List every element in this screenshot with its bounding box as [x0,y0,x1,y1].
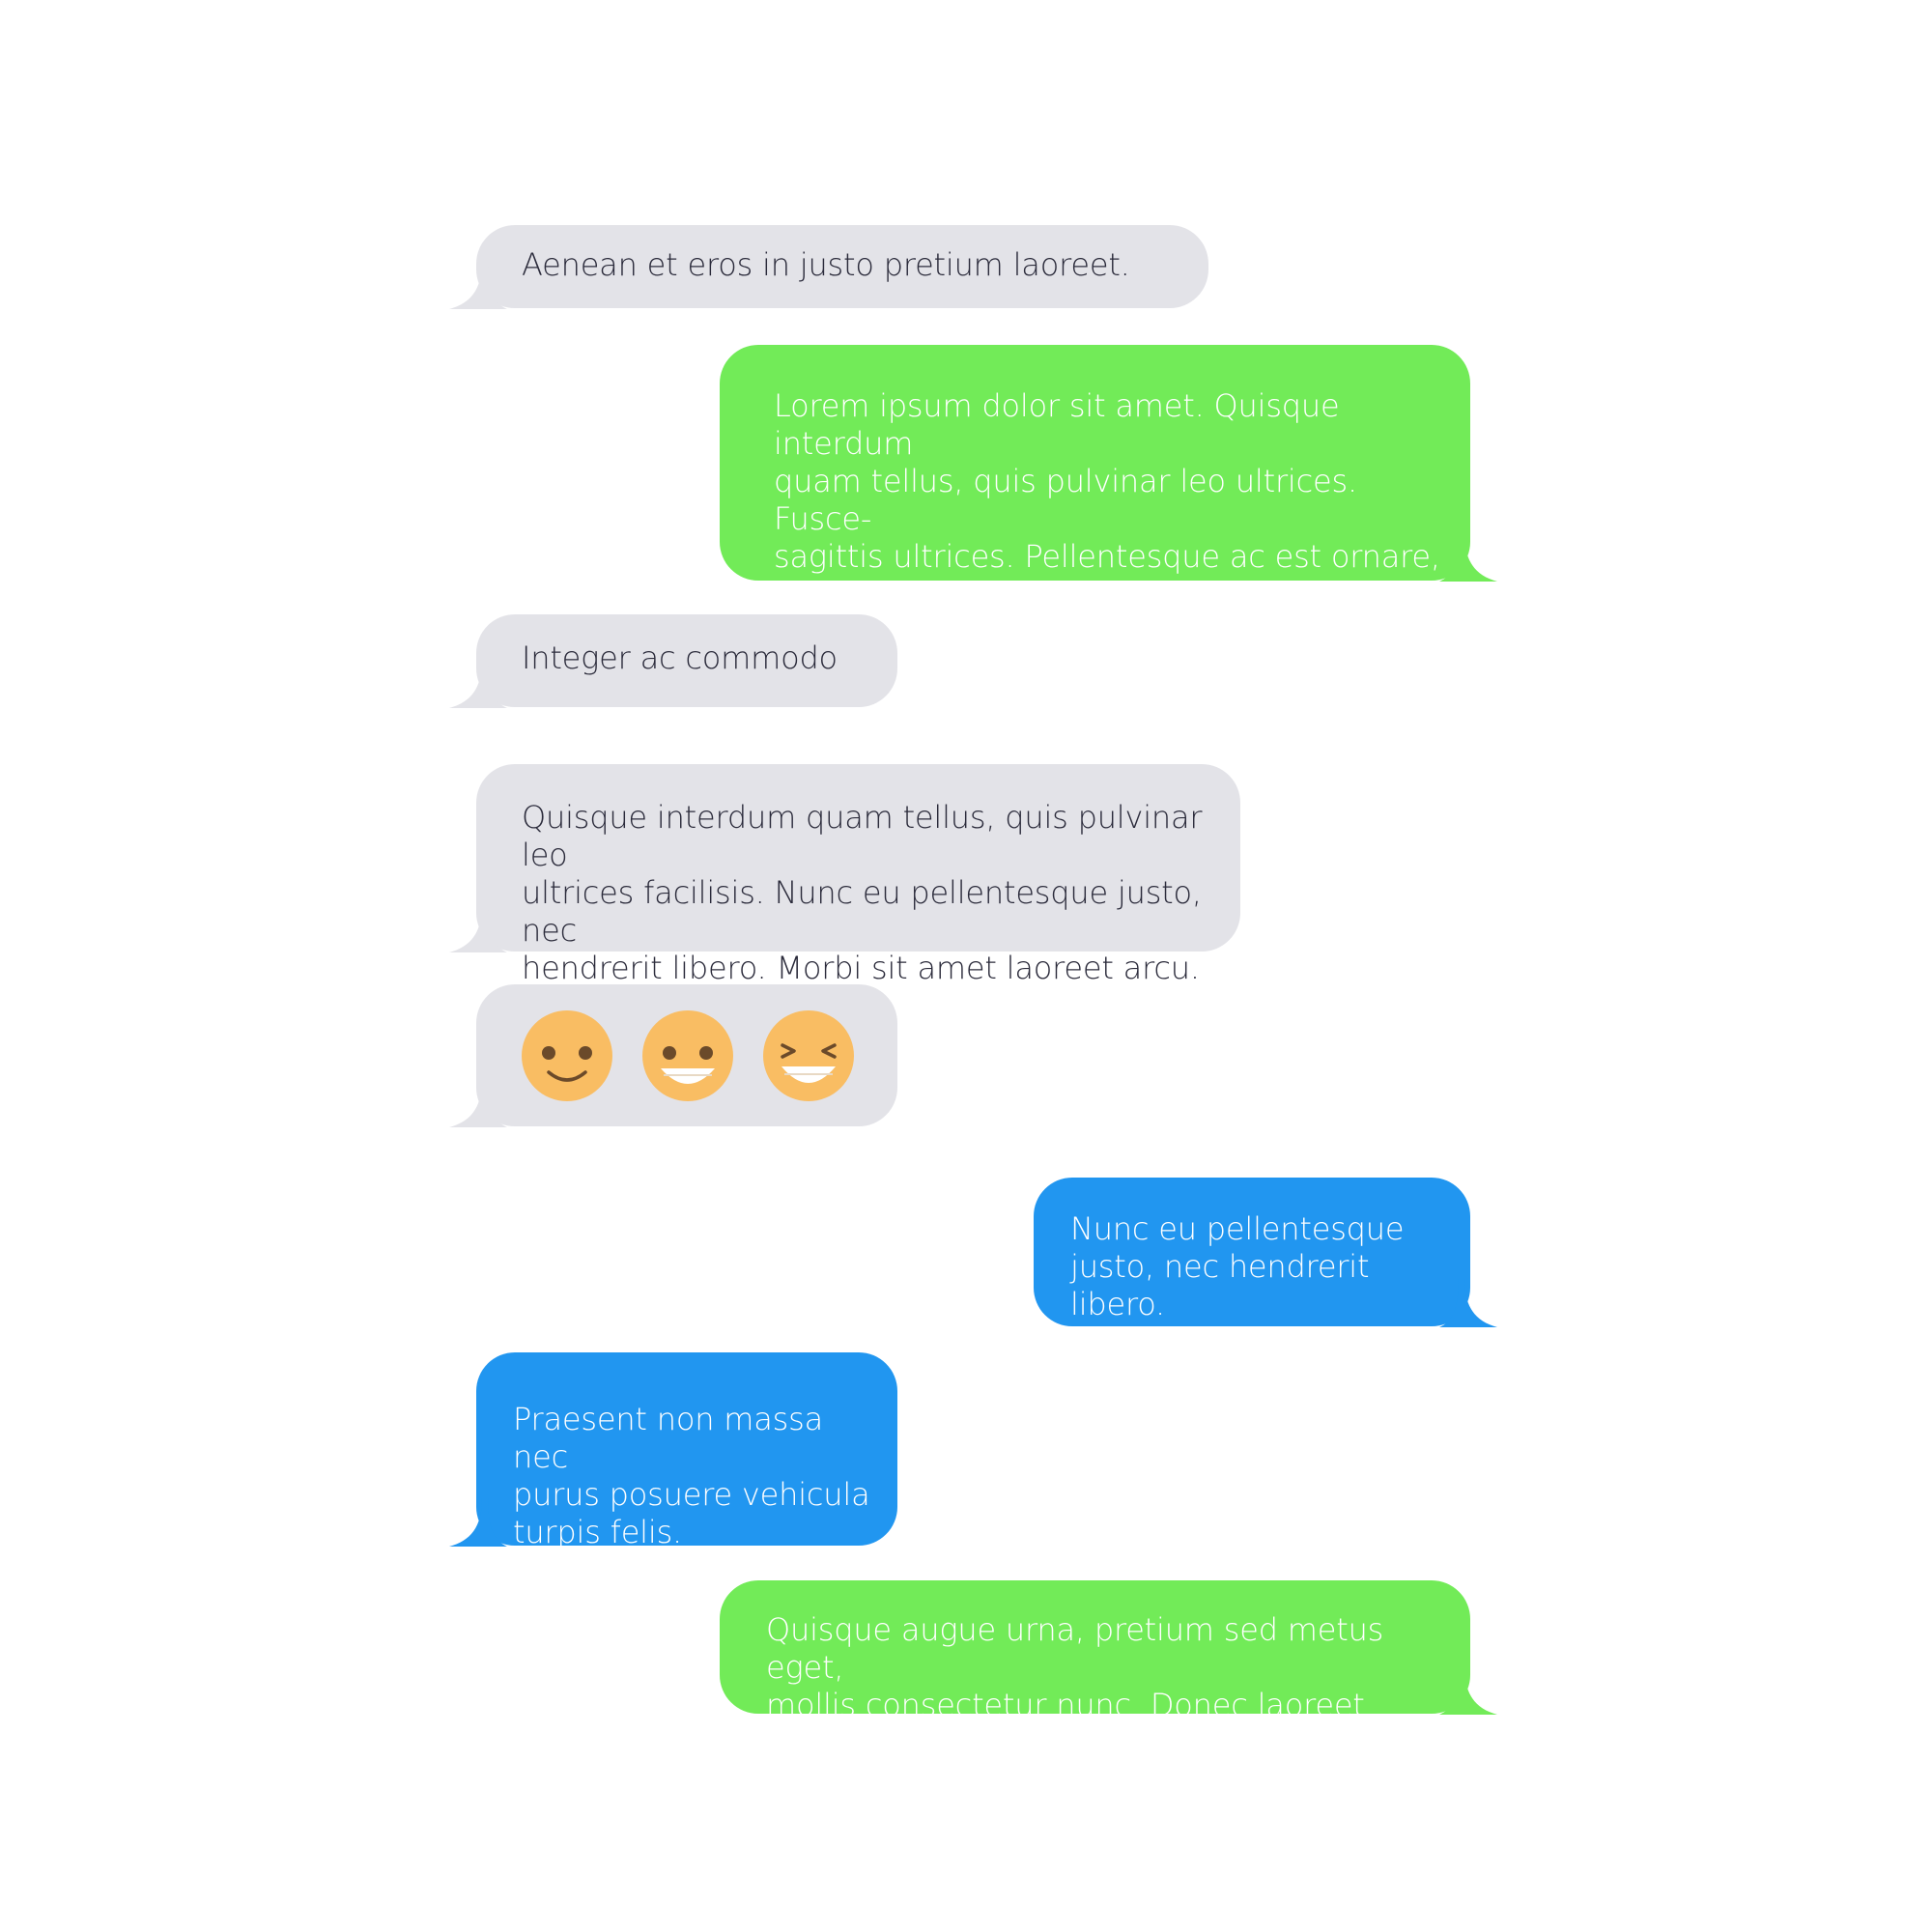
message-bubble-received[interactable]: Integer ac commodo [449,614,897,708]
smile-emoji-icon [522,1010,612,1101]
message-text: Praesent non massa nec purus posuere veh… [513,1401,870,1550]
bubble-tail [449,660,507,708]
message-text: Quisque interdum quam tellus, quis pulvi… [522,799,1203,986]
message-bubble-sent[interactable]: Lorem ipsum dolor sit amet. Quisque inte… [720,345,1497,612]
message-bubble-received[interactable]: Aenean et eros in justo pretium laoreet. [449,225,1208,309]
message-text: Aenean et eros in justo pretium laoreet. [522,246,1130,283]
bubble-tail [1439,1279,1497,1327]
bubble-tail [1439,1666,1497,1715]
grin-emoji-icon [642,1010,733,1101]
message-bubble-sent[interactable]: Quisque augue urna, pretium sed metus eg… [720,1580,1497,1761]
message-bubble-received[interactable]: Praesent non massa nec purus posuere veh… [449,1352,897,1550]
message-bubble-sent[interactable]: Nunc eu pellentesque justo, nec hendreri… [1034,1178,1497,1327]
bubble-tail [449,261,507,309]
chat-conversation: Aenean et eros in justo pretium laoreet.… [0,0,1932,1932]
message-text: Quisque augue urna, pretium sed metus eg… [766,1611,1384,1761]
laughing-squint-emoji-icon [763,1010,854,1101]
message-bubble-emojis[interactable] [449,984,897,1127]
bubble-tail [449,1079,507,1127]
message-text: Integer ac commodo [522,639,838,676]
bubble-tail [1439,533,1497,582]
message-text: Lorem ipsum dolor sit amet. Quisque inte… [774,387,1440,612]
message-bubble-received[interactable]: Quisque interdum quam tellus, quis pulvi… [449,764,1240,986]
bubble-tail [449,904,507,952]
message-text: Nunc eu pellentesque justo, nec hendreri… [1070,1210,1405,1322]
bubble-tail [449,1498,507,1547]
